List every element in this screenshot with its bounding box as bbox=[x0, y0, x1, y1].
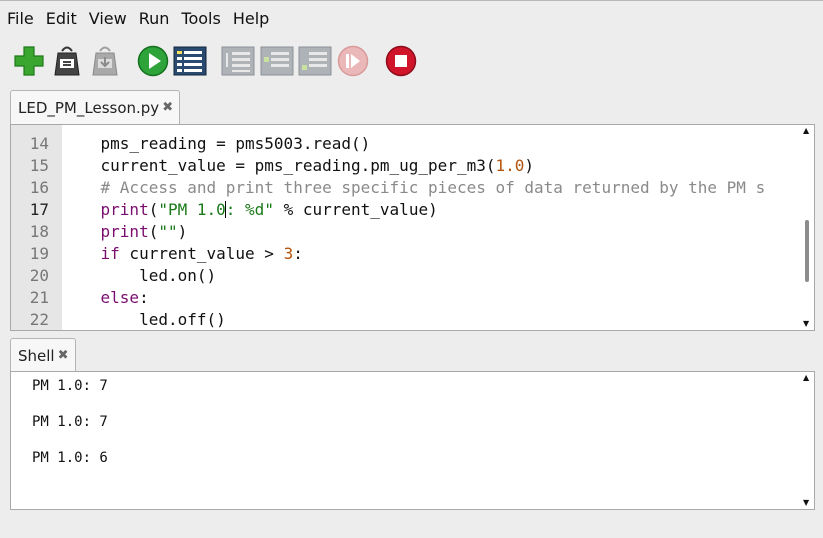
editor-scrollbar[interactable]: ▲ ▼ bbox=[800, 125, 814, 330]
scroll-down-icon[interactable]: ▼ bbox=[803, 499, 809, 507]
menu-file[interactable]: File bbox=[0, 6, 40, 32]
resume-icon bbox=[337, 45, 369, 77]
line-number: 15 bbox=[29, 156, 49, 175]
stop-icon bbox=[385, 45, 417, 77]
scroll-up-icon[interactable]: ▲ bbox=[803, 127, 809, 135]
code-line: if current_value > 3: bbox=[62, 244, 303, 263]
code-token: 3 bbox=[283, 244, 294, 263]
code-token: else bbox=[100, 288, 140, 307]
stop-button[interactable] bbox=[383, 42, 419, 80]
code-token: print bbox=[100, 222, 149, 241]
menubar: File Edit View Run Tools Help bbox=[0, 4, 275, 34]
code-token: current_value = pms_reading.pm_ug_per_m3… bbox=[62, 156, 496, 175]
line-number: 19 bbox=[29, 244, 49, 263]
line-number: 18 bbox=[29, 222, 49, 241]
code-line: current_value = pms_reading.pm_ug_per_m3… bbox=[62, 156, 535, 175]
menu-help[interactable]: Help bbox=[227, 6, 275, 32]
step-over-button[interactable] bbox=[220, 42, 256, 80]
scroll-up-icon[interactable]: ▲ bbox=[803, 374, 809, 382]
close-icon[interactable]: ✖ bbox=[162, 100, 173, 115]
tab-led-pm-lesson[interactable]: LED_PM_Lesson.py ✖ bbox=[10, 90, 181, 124]
line-number-gutter: 14 15 16 17 18 19 20 21 22 bbox=[11, 125, 62, 330]
step-into-icon bbox=[260, 46, 294, 76]
code-token: ( bbox=[148, 200, 159, 219]
code-line: else: bbox=[62, 288, 149, 307]
code-token: ( bbox=[148, 222, 159, 241]
play-icon bbox=[137, 45, 169, 77]
menu-tools[interactable]: Tools bbox=[175, 6, 226, 32]
line-number: 16 bbox=[29, 178, 49, 197]
code-token: : %d" bbox=[225, 200, 274, 219]
line-number: 14 bbox=[29, 134, 49, 153]
shell-panel[interactable]: PM 1.0: 7 PM 1.0: 7 PM 1.0: 6 ▲ ▼ bbox=[10, 371, 815, 510]
shell-output-line: PM 1.0: 7 bbox=[32, 414, 108, 430]
code-line: led.on() bbox=[62, 266, 216, 285]
code-token: 1.0 bbox=[495, 156, 525, 175]
line-number: 17 bbox=[29, 200, 49, 219]
resume-button[interactable] bbox=[335, 42, 371, 80]
window-top-border bbox=[0, 0, 823, 1]
scrollbar-thumb[interactable] bbox=[805, 220, 809, 283]
close-icon[interactable]: ✖ bbox=[58, 348, 69, 363]
save-bag-icon bbox=[92, 46, 118, 76]
shell-output-line: PM 1.0: 6 bbox=[32, 450, 108, 466]
step-over-icon bbox=[221, 46, 255, 76]
code-token: # Access and print three specific pieces… bbox=[62, 178, 766, 197]
step-into-button[interactable] bbox=[259, 42, 295, 80]
code-area[interactable]: pms_reading = pms5003.read() current_val… bbox=[62, 125, 800, 330]
code-token: print bbox=[100, 200, 149, 219]
debug-list-icon bbox=[173, 46, 207, 76]
plus-icon bbox=[14, 46, 44, 76]
open-bag-icon bbox=[54, 46, 80, 76]
code-line: # Access and print three specific pieces… bbox=[62, 178, 766, 197]
menu-run[interactable]: Run bbox=[133, 6, 176, 32]
new-file-button[interactable] bbox=[11, 42, 47, 80]
shell-tab-label: Shell bbox=[18, 346, 55, 365]
code-token: : bbox=[139, 288, 149, 307]
code-line: print("") bbox=[62, 222, 188, 241]
code-token: ) bbox=[524, 156, 535, 175]
scroll-down-icon[interactable]: ▼ bbox=[803, 320, 809, 328]
code-line: led.off() bbox=[62, 310, 226, 329]
code-token: "PM 1.0 bbox=[158, 200, 226, 219]
save-file-button[interactable] bbox=[87, 42, 123, 80]
shell-scrollbar[interactable]: ▲ ▼ bbox=[800, 372, 814, 509]
code-line: pms_reading = pms5003.read() bbox=[62, 134, 371, 153]
step-out-button[interactable] bbox=[297, 42, 333, 80]
run-button[interactable] bbox=[135, 42, 171, 80]
menu-view[interactable]: View bbox=[83, 6, 133, 32]
load-file-button[interactable] bbox=[49, 42, 85, 80]
tab-shell[interactable]: Shell ✖ bbox=[10, 338, 76, 372]
code-token: : bbox=[293, 244, 303, 263]
code-token: if bbox=[100, 244, 120, 263]
line-number: 21 bbox=[29, 288, 49, 307]
code-token: % current_value) bbox=[273, 200, 438, 219]
shell-output-line: PM 1.0: 7 bbox=[32, 378, 108, 394]
code-line: print("PM 1.0: %d" % current_value) bbox=[62, 200, 438, 219]
code-token: current_value > bbox=[119, 244, 284, 263]
code-token: "" bbox=[158, 222, 178, 241]
debug-button[interactable] bbox=[172, 42, 208, 80]
line-number: 20 bbox=[29, 266, 49, 285]
code-token: ) bbox=[177, 222, 188, 241]
line-number: 22 bbox=[29, 310, 49, 329]
code-token: pms_reading = pms5003.read() bbox=[62, 134, 371, 153]
step-out-icon bbox=[298, 46, 332, 76]
code-token: led.on() bbox=[62, 266, 217, 285]
code-editor[interactable]: 14 15 16 17 18 19 20 21 22 pms_reading = pms5003… bbox=[10, 124, 815, 331]
menu-edit[interactable]: Edit bbox=[40, 6, 83, 32]
code-token: led.off() bbox=[62, 310, 226, 329]
toolbar bbox=[0, 42, 823, 82]
tab-label: LED_PM_Lesson.py bbox=[18, 98, 160, 117]
